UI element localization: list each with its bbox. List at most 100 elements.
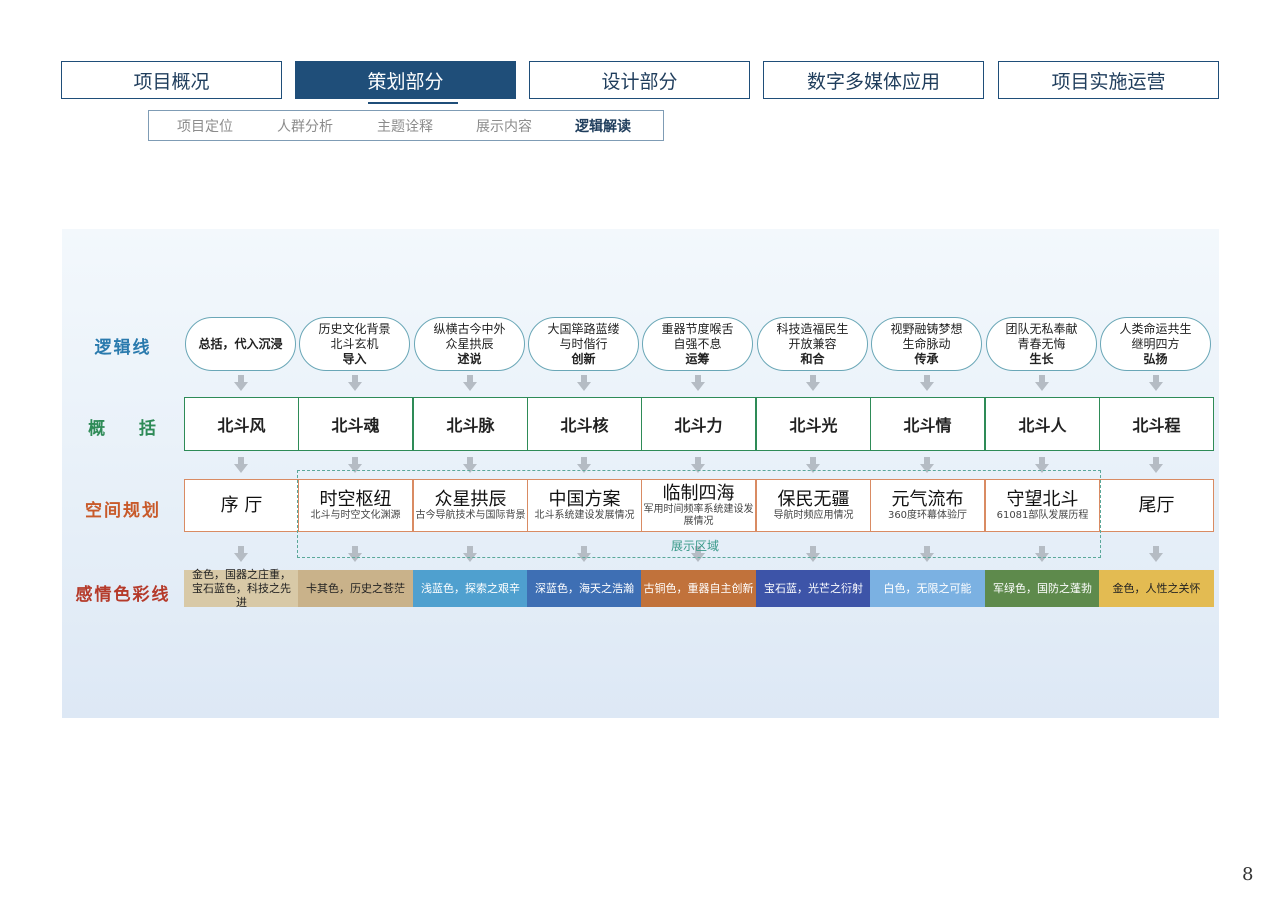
logic-pill: 历史文化背景 北斗玄机 导入 <box>299 317 410 371</box>
logic-pill-line: 历史文化背景 <box>318 321 391 336</box>
summary-cell: 北斗魂 <box>298 397 413 451</box>
tab-digital-media[interactable]: 数字多媒体应用 <box>763 61 984 99</box>
summary-cell: 北斗程 <box>1099 397 1214 451</box>
logic-pill-line: 和合 <box>800 351 825 366</box>
tab-project-overview[interactable]: 项目概况 <box>61 61 282 99</box>
arrow-stem-a-4 <box>695 375 701 382</box>
logic-pill: 纵横古今中外 众星拱辰 述说 <box>414 317 525 371</box>
logic-pill-line: 传承 <box>914 351 939 366</box>
down-arrow-icon <box>234 382 248 391</box>
emotion-cell: 金色，人性之关怀 <box>1099 570 1214 607</box>
logic-pill: 视野融铸梦想 生命脉动 传承 <box>871 317 982 371</box>
summary-cell: 北斗人 <box>985 397 1100 451</box>
logic-pill-line: 创新 <box>571 351 596 366</box>
arrow-stem-a-3 <box>581 375 587 382</box>
down-arrow-icon <box>691 382 705 391</box>
logic-pill-line: 重器节度喉舌 <box>661 321 734 336</box>
emotion-cell: 白色，无限之可能 <box>870 570 985 607</box>
summary-cell: 北斗风 <box>184 397 299 451</box>
subtab-logic[interactable]: 逻辑解读 <box>553 111 653 140</box>
summary-cell: 北斗情 <box>870 397 985 451</box>
logic-pill-line: 众星拱辰 <box>445 336 494 351</box>
logic-pill: 总括，代入沉浸 <box>185 317 296 371</box>
row-label-emotion: 感情色彩线 <box>75 585 171 605</box>
down-arrow-icon <box>1149 553 1163 562</box>
subtab-theme[interactable]: 主题诠释 <box>355 111 455 140</box>
emotion-cell: 宝石蓝，光芒之衍射 <box>756 570 871 607</box>
summary-cell: 北斗脉 <box>413 397 528 451</box>
arrow-stem-a-1 <box>352 375 358 382</box>
logic-pill: 重器节度喉舌 自强不息 运筹 <box>642 317 753 371</box>
arrow-stem-c-0 <box>238 546 244 553</box>
arrow-stem-b-7 <box>1039 457 1045 464</box>
row-label-logic: 逻辑线 <box>94 338 152 358</box>
down-arrow-icon <box>806 382 820 391</box>
arrow-stem-a-6 <box>924 375 930 382</box>
logic-pill: 团队无私奉献 青春无悔 生长 <box>986 317 1097 371</box>
row-label-space: 空间规划 <box>85 501 161 521</box>
down-arrow-icon <box>920 382 934 391</box>
down-arrow-icon <box>1149 382 1163 391</box>
arrow-stem-a-8 <box>1153 375 1159 382</box>
logic-pill-line: 生长 <box>1029 351 1054 366</box>
emotion-cell: 古铜色，重器自主创新 <box>641 570 756 607</box>
tab-planning[interactable]: 策划部分 <box>295 61 516 99</box>
subtab-exhibits[interactable]: 展示内容 <box>454 111 554 140</box>
exhibition-zone-label: 展示区域 <box>670 539 719 553</box>
space-title: 尾厅 <box>1138 494 1175 516</box>
logic-pill-line: 科技造福民生 <box>776 321 849 336</box>
summary-cell: 北斗力 <box>641 397 756 451</box>
emotion-cell: 卡其色，历史之苍茫 <box>298 570 413 607</box>
down-arrow-icon <box>1035 382 1049 391</box>
emotion-cell: 金色，国器之庄重，宝石蓝色，科技之先进 <box>184 568 299 609</box>
down-arrow-icon <box>577 382 591 391</box>
active-tab-indicator <box>368 102 458 104</box>
arrow-stem-a-0 <box>238 375 244 382</box>
subtab-positioning[interactable]: 项目定位 <box>155 111 255 140</box>
arrow-stem-a-5 <box>810 375 816 382</box>
page-number: 8 <box>1242 864 1254 885</box>
summary-cell: 北斗光 <box>756 397 871 451</box>
sub-navigation: 项目定位 人群分析 主题诠释 展示内容 逻辑解读 <box>148 110 664 141</box>
row-label-summary: 概 括 <box>88 419 158 439</box>
logic-pill-line: 自强不息 <box>673 336 722 351</box>
tab-implementation[interactable]: 项目实施运营 <box>998 61 1219 99</box>
space-cell: 序 厅 <box>184 479 299 532</box>
down-arrow-icon <box>234 553 248 562</box>
arrow-stem-b-4 <box>695 457 701 464</box>
space-cell: 尾厅 <box>1099 479 1214 532</box>
tab-design[interactable]: 设计部分 <box>529 61 750 99</box>
logic-pill-line: 述说 <box>457 351 482 366</box>
logic-pill-line: 青春无悔 <box>1017 336 1066 351</box>
logic-pill-line: 视野融铸梦想 <box>890 321 963 336</box>
logic-pill-line: 团队无私奉献 <box>1005 321 1078 336</box>
logic-pill-line: 开放兼容 <box>788 336 837 351</box>
logic-pill-line: 运筹 <box>685 351 710 366</box>
down-arrow-icon <box>1149 464 1163 473</box>
arrow-stem-b-2 <box>467 457 473 464</box>
logic-pill: 人类命运共生 继明四方 弘扬 <box>1100 317 1211 371</box>
logic-pill-line: 北斗玄机 <box>330 336 379 351</box>
arrow-stem-b-6 <box>924 457 930 464</box>
logic-pill: 科技造福民生 开放兼容 和合 <box>757 317 868 371</box>
arrow-stem-b-5 <box>810 457 816 464</box>
emotion-cell: 军绿色，国防之蓬勃 <box>985 570 1100 607</box>
logic-pill-line: 人类命运共生 <box>1119 321 1192 336</box>
arrow-stem-b-1 <box>352 457 358 464</box>
logic-pill-line: 总括，代入沉浸 <box>198 336 283 351</box>
logic-pill-line: 继明四方 <box>1131 336 1180 351</box>
arrow-stem-b-0 <box>238 457 244 464</box>
arrow-stem-c-8 <box>1153 546 1159 553</box>
logic-pill-line: 导入 <box>342 351 367 366</box>
subtab-audience[interactable]: 人群分析 <box>255 111 355 140</box>
arrow-stem-b-8 <box>1153 457 1159 464</box>
emotion-cell: 深蓝色，海天之浩瀚 <box>527 570 642 607</box>
arrow-stem-a-2 <box>467 375 473 382</box>
logic-pill-line: 生命脉动 <box>902 336 951 351</box>
logic-pill: 大国筚路蓝缕 与时偕行 创新 <box>528 317 639 371</box>
logic-pill-line: 弘扬 <box>1143 351 1168 366</box>
logic-pill-line: 与时偕行 <box>559 336 608 351</box>
space-title: 序 厅 <box>220 494 263 516</box>
emotion-cell: 浅蓝色，探索之艰辛 <box>413 570 528 607</box>
logic-pill-line: 大国筚路蓝缕 <box>547 321 620 336</box>
